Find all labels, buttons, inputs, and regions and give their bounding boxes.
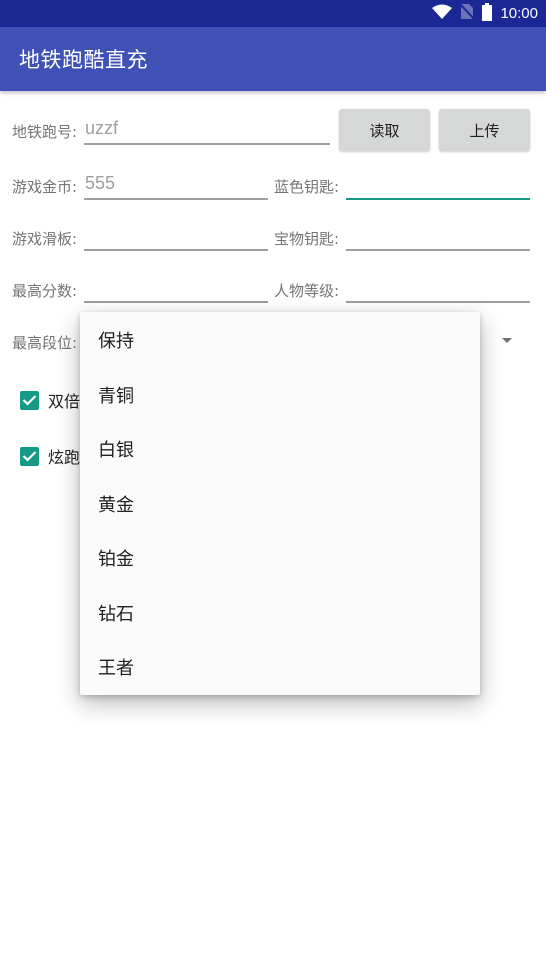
checkmark-icon xyxy=(22,451,37,462)
coins-input[interactable]: 555 xyxy=(84,170,268,200)
rank-option-silver[interactable]: 白银 xyxy=(80,422,480,477)
rank-option-gold[interactable]: 黄金 xyxy=(80,477,480,532)
rank-option-bronze[interactable]: 青铜 xyxy=(80,368,480,423)
rank-option-king[interactable]: 王者 xyxy=(80,640,480,695)
skateboards-input[interactable] xyxy=(84,221,268,251)
account-input[interactable]: uzzf xyxy=(84,115,330,145)
rank-dropdown-popup: 保持 青铜 白银 黄金 铂金 钻石 王者 xyxy=(80,312,480,695)
no-sim-icon xyxy=(459,3,476,24)
treasure-keys-input[interactable] xyxy=(346,221,530,251)
highest-rank-label: 最高段位: xyxy=(12,334,78,352)
character-level-input[interactable] xyxy=(346,273,530,303)
coins-label: 游戏金币: xyxy=(12,178,78,196)
status-bar: 10:00 xyxy=(0,0,546,27)
checkmark-icon xyxy=(22,395,37,406)
cool-run-checkbox[interactable] xyxy=(20,446,39,466)
cool-run-checkbox-label: 炫跑 xyxy=(48,448,81,467)
app-title: 地铁跑酷直充 xyxy=(19,48,148,72)
double-checkbox[interactable] xyxy=(20,390,39,410)
read-button[interactable]: 读取 xyxy=(339,109,430,151)
app-bar: 地铁跑酷直充 xyxy=(0,27,546,91)
high-score-label: 最高分数: xyxy=(12,282,78,300)
dropdown-arrow-icon[interactable] xyxy=(502,338,512,343)
account-label: 地铁跑号: xyxy=(12,123,78,141)
rank-option-platinum[interactable]: 铂金 xyxy=(80,531,480,586)
wifi-icon xyxy=(432,4,453,24)
rank-options-list: 保持 青铜 白银 黄金 铂金 钻石 王者 xyxy=(80,312,480,695)
treasure-keys-label: 宝物钥匙: xyxy=(274,230,340,248)
double-checkbox-label: 双倍 xyxy=(48,392,81,411)
double-checkbox-row[interactable]: 双倍 xyxy=(20,388,80,412)
high-score-input[interactable] xyxy=(84,273,268,303)
battery-icon xyxy=(482,2,493,25)
rank-option-keep[interactable]: 保持 xyxy=(80,313,480,368)
cool-run-checkbox-row[interactable]: 炫跑 xyxy=(20,444,80,468)
skateboards-label: 游戏滑板: xyxy=(12,230,78,248)
character-level-label: 人物等级: xyxy=(274,282,340,300)
blue-keys-label: 蓝色钥匙: xyxy=(274,178,340,196)
status-icons: 10:00 xyxy=(432,0,538,27)
status-time: 10:00 xyxy=(500,5,538,22)
blue-keys-input[interactable] xyxy=(346,170,530,200)
upload-button[interactable]: 上传 xyxy=(439,109,530,151)
rank-option-diamond[interactable]: 钻石 xyxy=(80,586,480,641)
